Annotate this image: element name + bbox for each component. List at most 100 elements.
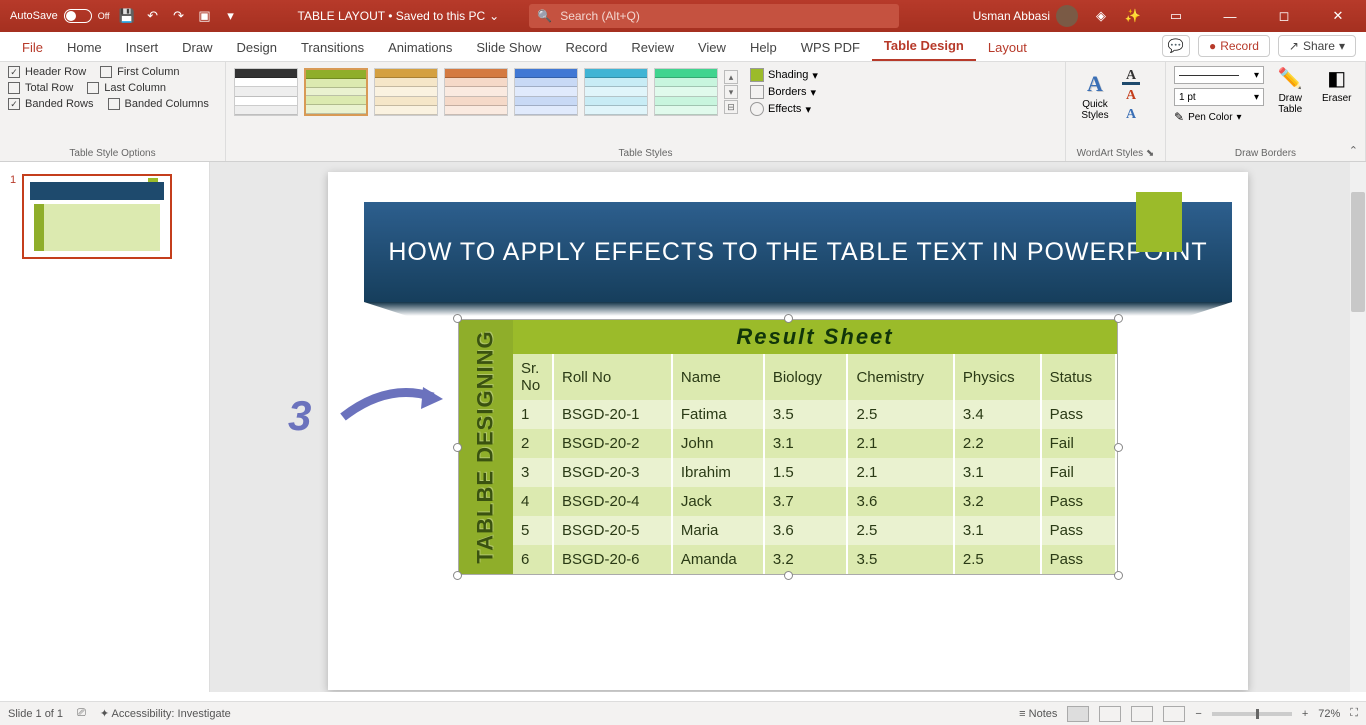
group-label-style-options: Table Style Options [8,146,217,159]
record-button[interactable]: ● Record [1198,35,1270,57]
redo-icon[interactable]: ↷ [170,7,188,25]
selection-handle[interactable] [1114,314,1123,323]
pen-color-dropdown[interactable]: ✎Pen Color ▾ [1174,110,1264,124]
tab-transitions[interactable]: Transitions [289,34,376,61]
close-button[interactable]: ✕ [1318,2,1358,30]
pen-style-select[interactable]: ▾ [1174,66,1264,84]
normal-view-button[interactable] [1067,706,1089,722]
qat-customize-icon[interactable]: ▾ [222,7,240,25]
tab-animations[interactable]: Animations [376,34,464,61]
chk-total-row[interactable]: Total Row [8,82,73,94]
group-label-draw-borders: Draw Borders [1174,146,1357,159]
slide-counter: Slide 1 of 1 [8,708,63,720]
slide-thumbnail-1[interactable] [22,174,172,259]
share-button[interactable]: ↗ Share ▾ [1278,35,1356,57]
tab-layout[interactable]: Layout [976,34,1039,61]
text-effects-button[interactable]: A [1122,107,1140,123]
tab-file[interactable]: File [10,34,55,61]
selection-handle[interactable] [453,314,462,323]
chk-banded-columns[interactable]: Banded Columns [108,98,209,110]
language-icon[interactable]: ⎚ [77,707,86,720]
present-icon[interactable]: ▣ [196,7,214,25]
gallery-scroll-up[interactable]: ▴ [724,70,738,84]
zoom-in-button[interactable]: + [1302,708,1308,720]
tab-draw[interactable]: Draw [170,34,224,61]
document-title[interactable]: TABLE LAYOUT • Saved to this PC ⌄ [298,9,500,23]
table-styles-gallery[interactable]: ▴ ▾ ⊟ [234,68,738,116]
user-account[interactable]: Usman Abbasi [973,5,1078,27]
tab-view[interactable]: View [686,34,738,61]
draw-table-button[interactable]: ✏️Draw Table [1270,66,1311,115]
slide-number: 1 [10,174,16,186]
tab-insert[interactable]: Insert [114,34,171,61]
zoom-out-button[interactable]: − [1195,708,1201,720]
selection-handle[interactable] [1114,443,1123,452]
text-outline-button[interactable]: A [1122,88,1140,104]
text-fill-button[interactable]: A [1122,69,1140,85]
save-icon[interactable]: 💾 [118,7,136,25]
tab-record[interactable]: Record [553,34,619,61]
slide-editor[interactable]: HOW TO APPLY EFFECTS TO THE TABLE TEXT I… [210,162,1366,692]
sorter-view-button[interactable] [1099,706,1121,722]
tab-table-design[interactable]: Table Design [872,32,976,61]
zoom-slider[interactable] [1212,712,1292,716]
style-thumb[interactable] [444,68,508,116]
effects-dropdown[interactable]: Effects ▾ [750,102,818,116]
collapse-ribbon-icon[interactable]: ⌃ [1349,144,1358,157]
chk-banded-rows[interactable]: ✓Banded Rows [8,98,94,110]
notes-button[interactable]: ≡ Notes [1019,708,1057,720]
slide-thumbnails-panel: 1 [0,162,210,692]
pen-weight-select[interactable]: 1 pt▾ [1174,88,1264,106]
style-thumb[interactable] [374,68,438,116]
chevron-down-icon: ⌄ [489,9,499,23]
search-input[interactable]: 🔍 Search (Alt+Q) [529,4,899,28]
vertical-scrollbar[interactable] [1350,162,1366,692]
chk-last-column[interactable]: Last Column [87,82,166,94]
zoom-level[interactable]: 72% [1318,708,1340,720]
selection-handle[interactable] [784,571,793,580]
gallery-scroll-down[interactable]: ▾ [724,85,738,99]
tab-home[interactable]: Home [55,34,114,61]
style-thumb[interactable] [654,68,718,116]
tab-help[interactable]: Help [738,34,789,61]
selection-handle[interactable] [453,571,462,580]
chk-first-column[interactable]: First Column [100,66,179,78]
result-table: Sr. No Roll No Name Biology Chemistry Ph… [513,354,1117,574]
table-object[interactable]: TABLBE DESIGNING Result Sheet Sr. No Rol… [458,319,1118,575]
selection-handle[interactable] [784,314,793,323]
tab-wps-pdf[interactable]: WPS PDF [789,34,872,61]
magic-icon[interactable]: ✨ [1124,7,1142,25]
tab-review[interactable]: Review [619,34,686,61]
comments-button[interactable]: 💬 [1162,35,1190,57]
tab-design[interactable]: Design [225,34,289,61]
ribbon-mode-icon[interactable]: ▭ [1156,2,1196,30]
accessibility-status[interactable]: ✦ Accessibility: Investigate [100,707,231,720]
selection-handle[interactable] [1114,571,1123,580]
tab-slideshow[interactable]: Slide Show [464,34,553,61]
table-header-row: Sr. No Roll No Name Biology Chemistry Ph… [513,354,1116,400]
diamond-icon[interactable]: ◈ [1092,7,1110,25]
fit-window-button[interactable]: ⛶ [1350,707,1358,720]
gallery-more[interactable]: ⊟ [724,100,738,114]
reading-view-button[interactable] [1131,706,1153,722]
quick-styles-button[interactable]: A Quick Styles [1074,66,1116,126]
slide-canvas[interactable]: HOW TO APPLY EFFECTS TO THE TABLE TEXT I… [328,172,1248,690]
maximize-button[interactable]: ◻ [1264,2,1304,30]
toggle-switch[interactable] [64,9,92,23]
style-thumb[interactable] [234,68,298,116]
user-name: Usman Abbasi [973,9,1050,23]
chk-header-row[interactable]: ✓Header Row [8,66,86,78]
autosave-toggle[interactable]: AutoSave Off [10,9,110,23]
style-thumb[interactable] [584,68,648,116]
borders-dropdown[interactable]: Borders ▾ [750,85,818,99]
style-thumb[interactable] [514,68,578,116]
style-thumb-selected[interactable] [304,68,368,116]
eraser-button[interactable]: ◧Eraser [1317,66,1358,104]
table-row: 5BSGD-20-5Maria3.62.53.1Pass [513,516,1116,545]
title-banner: HOW TO APPLY EFFECTS TO THE TABLE TEXT I… [364,202,1232,302]
shading-dropdown[interactable]: Shading ▾ [750,68,818,82]
selection-handle[interactable] [453,443,462,452]
slideshow-view-button[interactable] [1163,706,1185,722]
minimize-button[interactable]: — [1210,2,1250,30]
undo-icon[interactable]: ↶ [144,7,162,25]
